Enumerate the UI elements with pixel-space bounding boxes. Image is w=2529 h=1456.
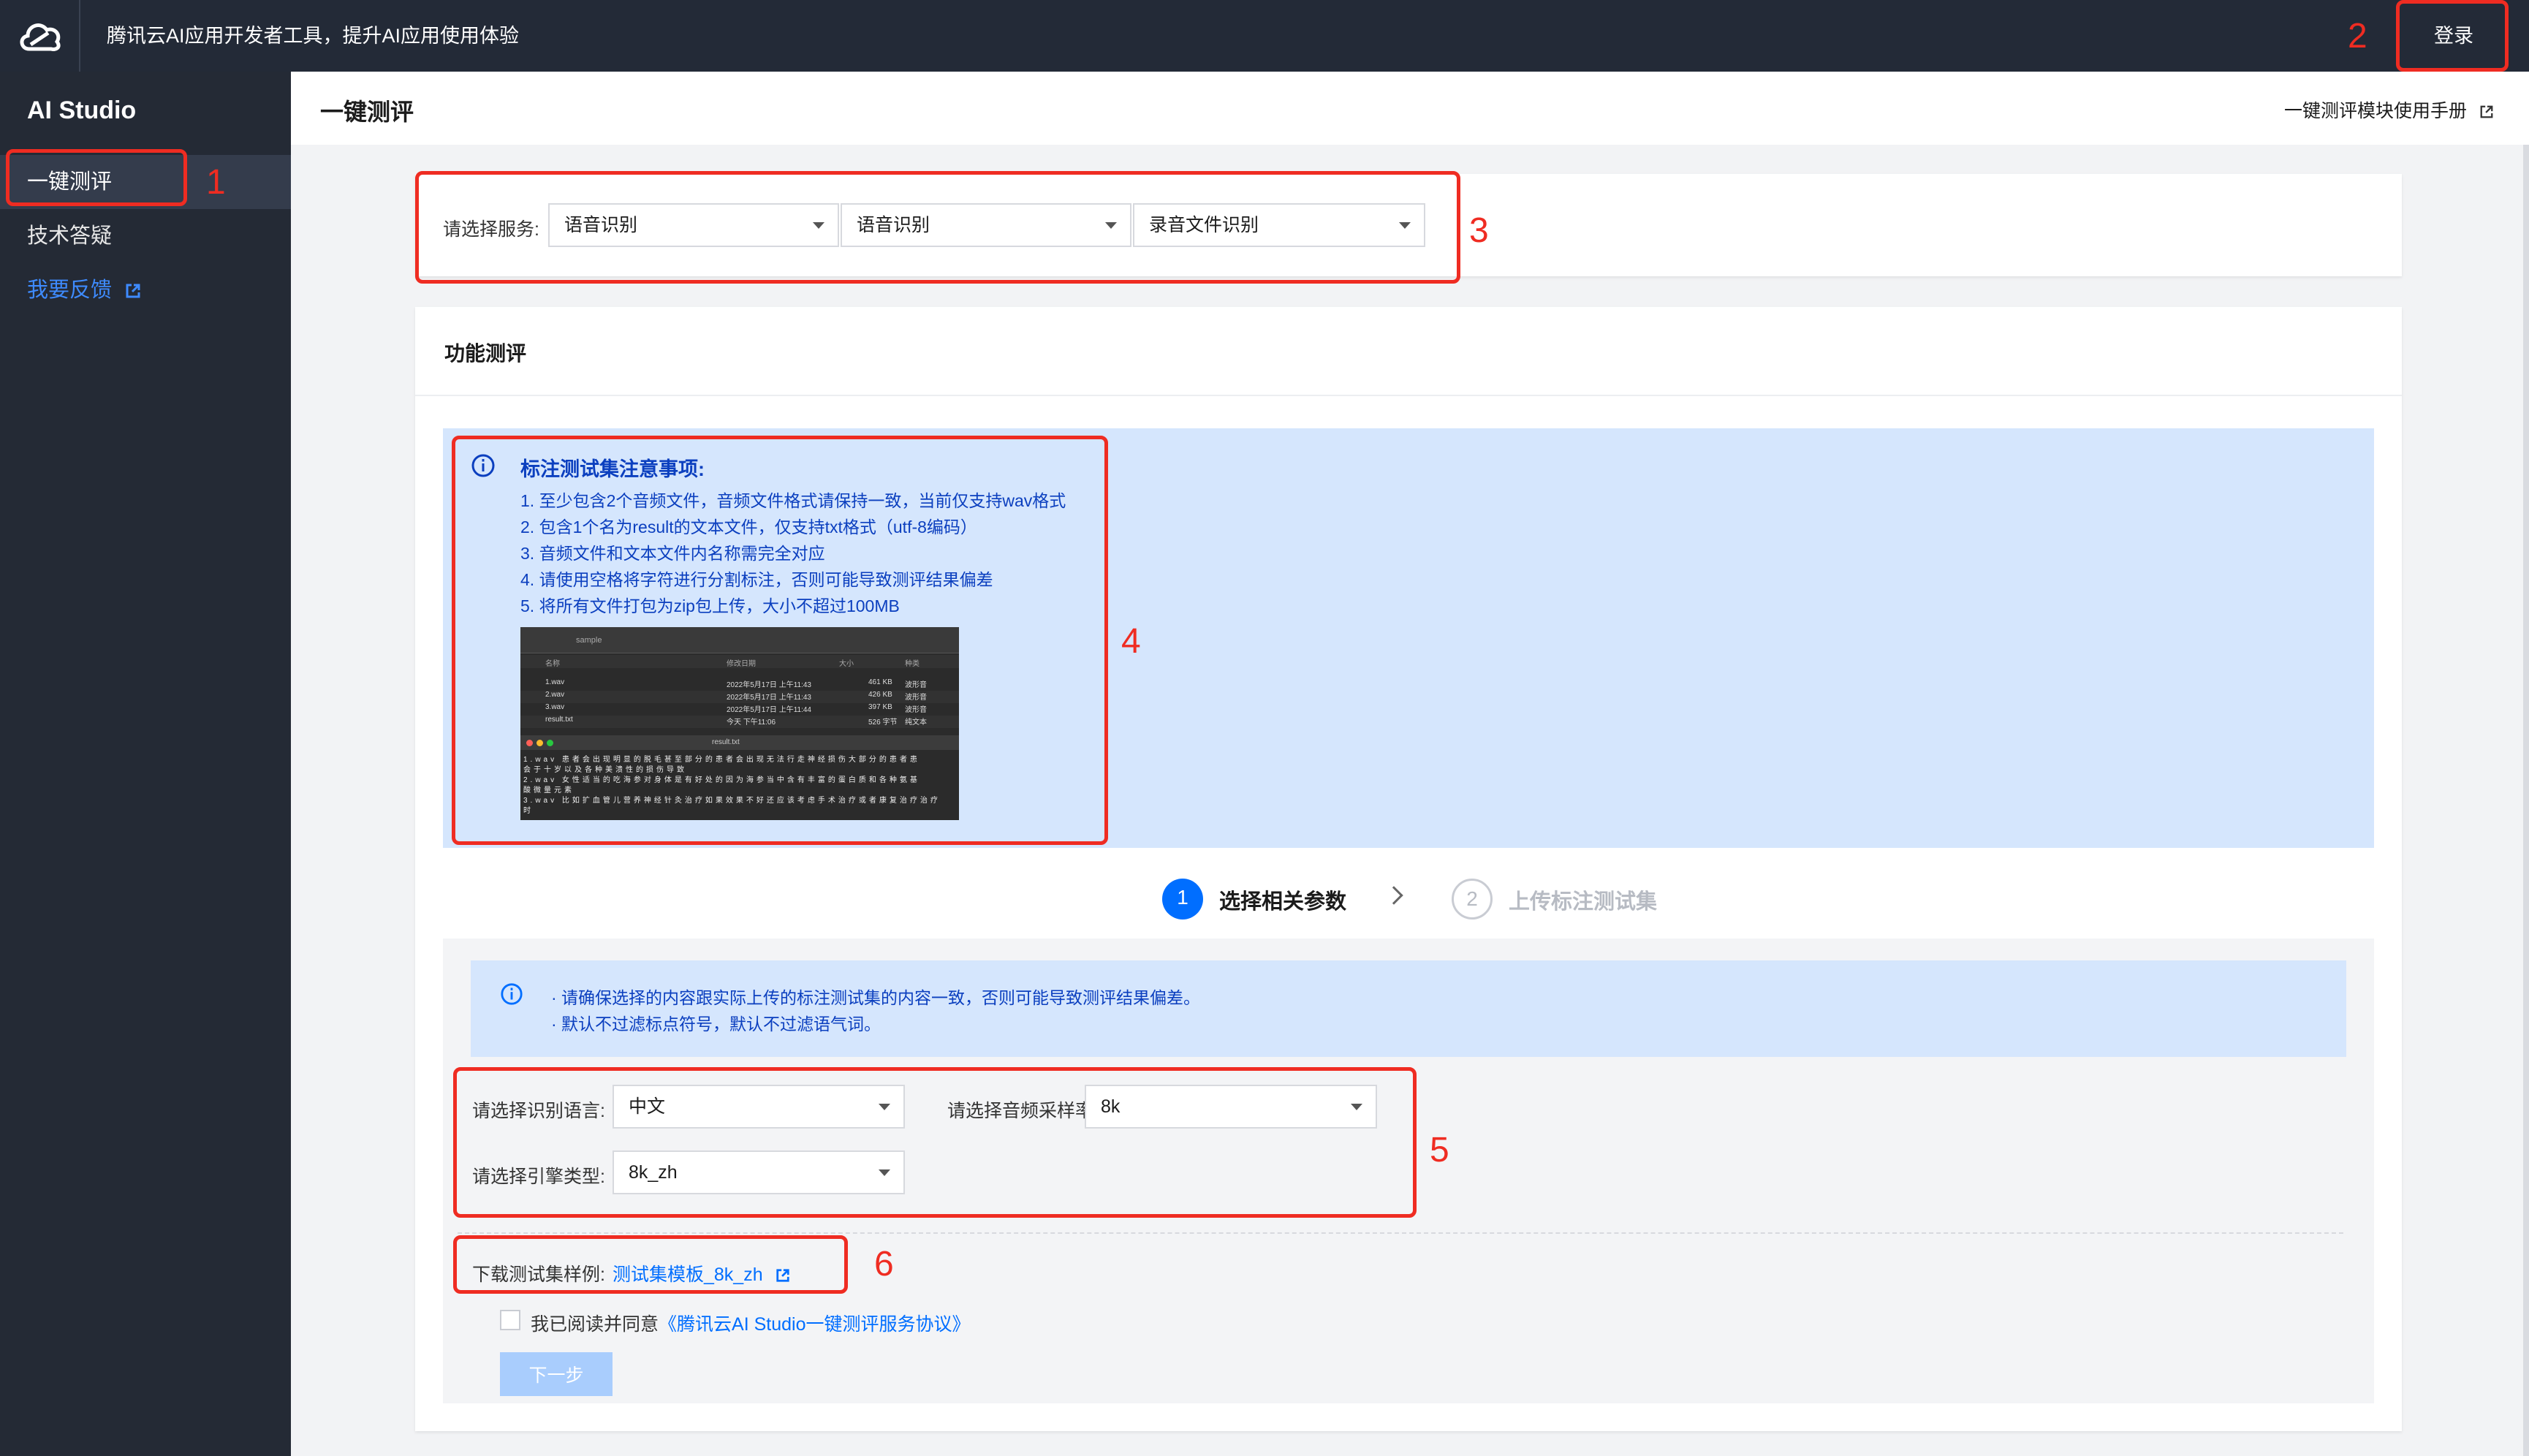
parameter-notice-line: · 默认不过滤标点符号，默认不过滤语气词。 <box>551 1015 881 1034</box>
sidebar-item-feedback[interactable]: 我要反馈 <box>0 263 291 317</box>
step-1-indicator: 1 <box>1162 879 1203 920</box>
parameter-notice-line: · 请确保选择的内容跟实际上传的标注测试集的内容一致，否则可能导致测评结果偏差。 <box>551 988 1201 1007</box>
annotation-number: 1 <box>206 163 226 202</box>
info-icon <box>501 983 523 1005</box>
manual-link[interactable]: 一键测评模块使用手册 <box>2284 96 2494 123</box>
agreement-checkbox[interactable] <box>500 1310 520 1330</box>
sidebar: AI Studio 一键测评 技术答疑 我要反馈 <box>0 72 291 1456</box>
annotation-box-1 <box>6 149 187 206</box>
annotation-box-5 <box>453 1067 1417 1218</box>
agreement-text: 我已阅读并同意《腾讯云AI Studio一键测评服务协议》 <box>531 1310 970 1336</box>
next-step-button[interactable]: 下一步 <box>500 1352 613 1396</box>
parameter-notice: · 请确保选择的内容跟实际上传的标注测试集的内容一致，否则可能导致测评结果偏差。… <box>471 960 2346 1057</box>
external-link-icon <box>126 284 140 298</box>
external-link-icon <box>2480 105 2493 118</box>
annotation-number: 2 <box>2348 17 2367 56</box>
top-bar: 腾讯云AI应用开发者工具，提升AI应用使用体验 登录 <box>0 0 2529 72</box>
sidebar-item-tech-qa[interactable]: 技术答疑 <box>0 209 291 263</box>
annotation-number: 3 <box>1469 211 1489 250</box>
annotation-number: 6 <box>874 1245 894 1284</box>
page-scrollbar[interactable] <box>2523 145 2529 1456</box>
dashed-divider <box>458 1232 2343 1234</box>
section-title: 功能测评 <box>444 342 527 365</box>
step-2-label: 上传标注测试集 <box>1509 890 1658 914</box>
annotation-number: 5 <box>1430 1131 1449 1169</box>
step-2-indicator: 2 <box>1452 879 1493 920</box>
annotation-box-4 <box>452 436 1108 845</box>
brand-title: AI Studio <box>27 96 137 124</box>
page-title: 一键测评 <box>320 99 414 125</box>
section-divider <box>415 395 2402 396</box>
topbar-slogan: 腾讯云AI应用开发者工具，提升AI应用使用体验 <box>107 25 520 47</box>
step-1-label: 选择相关参数 <box>1219 890 1347 914</box>
sidebar-item-label: 技术答疑 <box>27 224 113 248</box>
tencent-cloud-logo-icon[interactable] <box>16 15 64 56</box>
manual-link-label: 一键测评模块使用手册 <box>2284 101 2468 121</box>
annotation-box-3 <box>415 171 1460 284</box>
annotation-number: 4 <box>1121 622 1141 661</box>
agreement-prefix: 我已阅读并同意 <box>531 1314 659 1335</box>
page-header: 一键测评 一键测评模块使用手册 <box>291 72 2529 145</box>
annotation-box-6 <box>453 1235 848 1294</box>
annotation-box-2 <box>2396 0 2509 72</box>
sidebar-item-label: 我要反馈 <box>27 278 113 302</box>
agreement-link[interactable]: 《腾讯云AI Studio一键测评服务协议》 <box>659 1314 970 1335</box>
topbar-divider <box>79 0 80 72</box>
chevron-right-icon <box>1384 886 1403 905</box>
